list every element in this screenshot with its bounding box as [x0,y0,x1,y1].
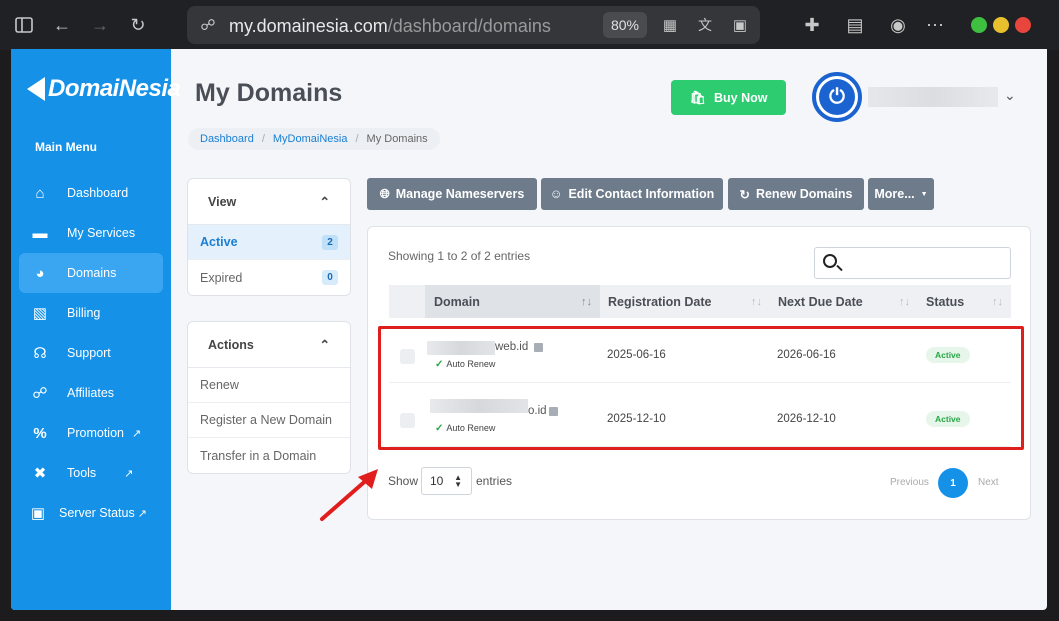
search-icon [823,254,837,268]
sidebar-item-dashboard[interactable]: ⌂ Dashboard [19,173,163,213]
edit-contact-button[interactable]: ☺ Edit Contact Information [541,178,723,210]
sort-icon: ↑↓ [751,295,762,308]
percent-icon: % [33,424,47,442]
breadcrumb-mydomainesia[interactable]: MyDomaiNesia [273,133,348,145]
headset-icon: ☊ [33,345,47,362]
sort-icon: ↑↓ [899,295,910,308]
view-active[interactable]: Active 2 [188,225,350,260]
extension-icon[interactable]: ◉ [885,12,911,38]
sidebar-item-billing[interactable]: ▧ Billing [19,293,163,333]
breadcrumb: Dashboard / MyDomaiNesia / My Domains [188,128,440,150]
username-redacted[interactable] [868,87,998,107]
maximize-icon[interactable] [971,17,987,33]
header-select [389,285,425,318]
close-icon[interactable] [1015,17,1031,33]
notes-icon[interactable]: ▤ [842,12,868,38]
chevron-up-icon[interactable]: ⌃ [320,194,330,209]
reader-icon[interactable]: ▣ [727,12,753,38]
zoom-indicator[interactable]: 80% [603,12,647,38]
breadcrumb-current: My Domains [366,133,428,145]
receipt-icon: ▧ [32,305,48,322]
buy-now-button[interactable]: 🛍 Buy Now [671,80,786,115]
table-header: Domain ↑↓ Registration Date ↑↓ Next Due Da… [389,285,1011,318]
header-next-due-date[interactable]: Next Due Date ↑↓ [770,285,918,318]
header-domain[interactable]: Domain ↑↓ [425,285,600,318]
sidebar-item-server-status[interactable]: ▣ Server Status ↗ [19,493,163,533]
highlight-box [378,326,1024,450]
pagination-previous[interactable]: Previous [890,477,929,488]
table-info: Showing 1 to 2 of 2 entries [388,249,531,263]
minimize-icon[interactable] [993,17,1009,33]
view-panel: View ⌃ Active 2 Expired 0 [187,178,351,296]
action-renew[interactable]: Renew [188,368,350,403]
page-title: My Domains [195,79,343,107]
logo[interactable]: DomaiNesia [27,75,181,103]
main-menu-label: Main Menu [35,140,97,154]
header-registration-date[interactable]: Registration Date ↑↓ [600,285,770,318]
caret-down-icon: ▼ [920,190,928,198]
globe-icon: 🌐︎ [379,186,390,201]
chevron-down-icon[interactable]: ⌄ [1004,87,1016,104]
external-link-icon: ↗ [124,467,134,480]
avatar[interactable]: ⏻ [812,72,862,122]
search-input[interactable] [814,247,1011,279]
more-menu-icon[interactable]: ⋯ [922,12,948,38]
sort-icon: ↑↓ [581,295,592,308]
action-register-domain[interactable]: Register a New Domain [188,403,350,438]
power-icon: ⏻ [819,79,855,115]
home-icon: ⌂ [35,184,45,202]
globe-icon: ◕ [35,264,45,282]
pagination-next[interactable]: Next [978,477,999,488]
sidebar-item-promotion[interactable]: % Promotion ↗ [19,413,163,453]
header-status[interactable]: Status ↑↓ [918,285,1011,318]
renew-domains-button[interactable]: ↻ Renew Domains [728,178,864,210]
add-widget-icon[interactable]: ✚ [799,12,825,38]
show-label: Show [388,474,419,488]
entries-label: entries [476,474,513,488]
entries-per-page-select[interactable]: 10 ▲ ▼ [421,467,472,495]
refresh-icon: ↻ [739,187,750,202]
browser-toolbar: ← → ↻ ☍ my.domainesia.com/dashboard/doma… [0,0,1059,50]
external-link-icon: ↗ [137,507,147,520]
server-icon: ▬ [32,224,48,242]
manage-nameservers-button[interactable]: 🌐︎ Manage Nameservers [367,178,537,210]
more-dropdown-button[interactable]: More... ▼ [868,178,934,210]
forward-icon[interactable]: → [87,12,113,38]
actions-panel: Actions ⌃ Renew Register a New Domain Tr… [187,321,351,474]
external-link-icon: ↗ [131,427,142,440]
back-icon[interactable]: ← [49,12,75,38]
annotation-arrow [320,469,378,521]
view-panel-header[interactable]: View ⌃ [188,179,350,225]
sidebar-item-affiliates[interactable]: ☍ Affiliates [19,373,163,413]
page-viewport: DomaiNesia Main Menu ⌂ Dashboard ▬ My Serv… [11,49,1047,610]
sidebar-item-my-services[interactable]: ▬ My Services [19,213,163,253]
expired-count-badge: 0 [322,270,338,285]
select-arrow-icon: ▲ ▼ [454,473,462,489]
sort-icon: ↑↓ [992,295,1003,308]
sidebar-toggle-icon[interactable] [11,12,37,38]
handshake-icon: ☍ [32,385,48,402]
actions-panel-header[interactable]: Actions ⌃ [188,322,350,368]
monitor-icon: ▣ [30,505,46,522]
sidebar-item-support[interactable]: ☊ Support [19,333,163,373]
breadcrumb-dashboard[interactable]: Dashboard [200,133,254,145]
sidebar: DomaiNesia Main Menu ⌂ Dashboard ▬ My Serv… [11,49,181,610]
reload-icon[interactable]: ↻ [125,12,151,38]
user-icon: ☺ [549,187,563,201]
address-bar[interactable]: ☍ my.domainesia.com/dashboard/domains 80… [187,6,760,44]
chevron-up-icon[interactable]: ⌃ [320,337,330,352]
translate-icon[interactable]: 文 [692,12,718,38]
tools-icon: ✖ [33,465,47,482]
apps-icon[interactable]: ▦ [657,12,683,38]
pagination-page[interactable]: 1 [938,468,968,498]
active-count-badge: 2 [322,234,338,250]
shopping-bag-icon: 🛍 [689,89,707,105]
url-text: my.domainesia.com/dashboard/domains [229,16,551,36]
view-expired[interactable]: Expired 0 [188,260,350,295]
sidebar-item-domains[interactable]: ◕ Domains [19,253,163,293]
sidebar-item-tools[interactable]: ✖ Tools ↗ [19,453,163,493]
site-info-icon[interactable]: ☍ [195,12,221,38]
